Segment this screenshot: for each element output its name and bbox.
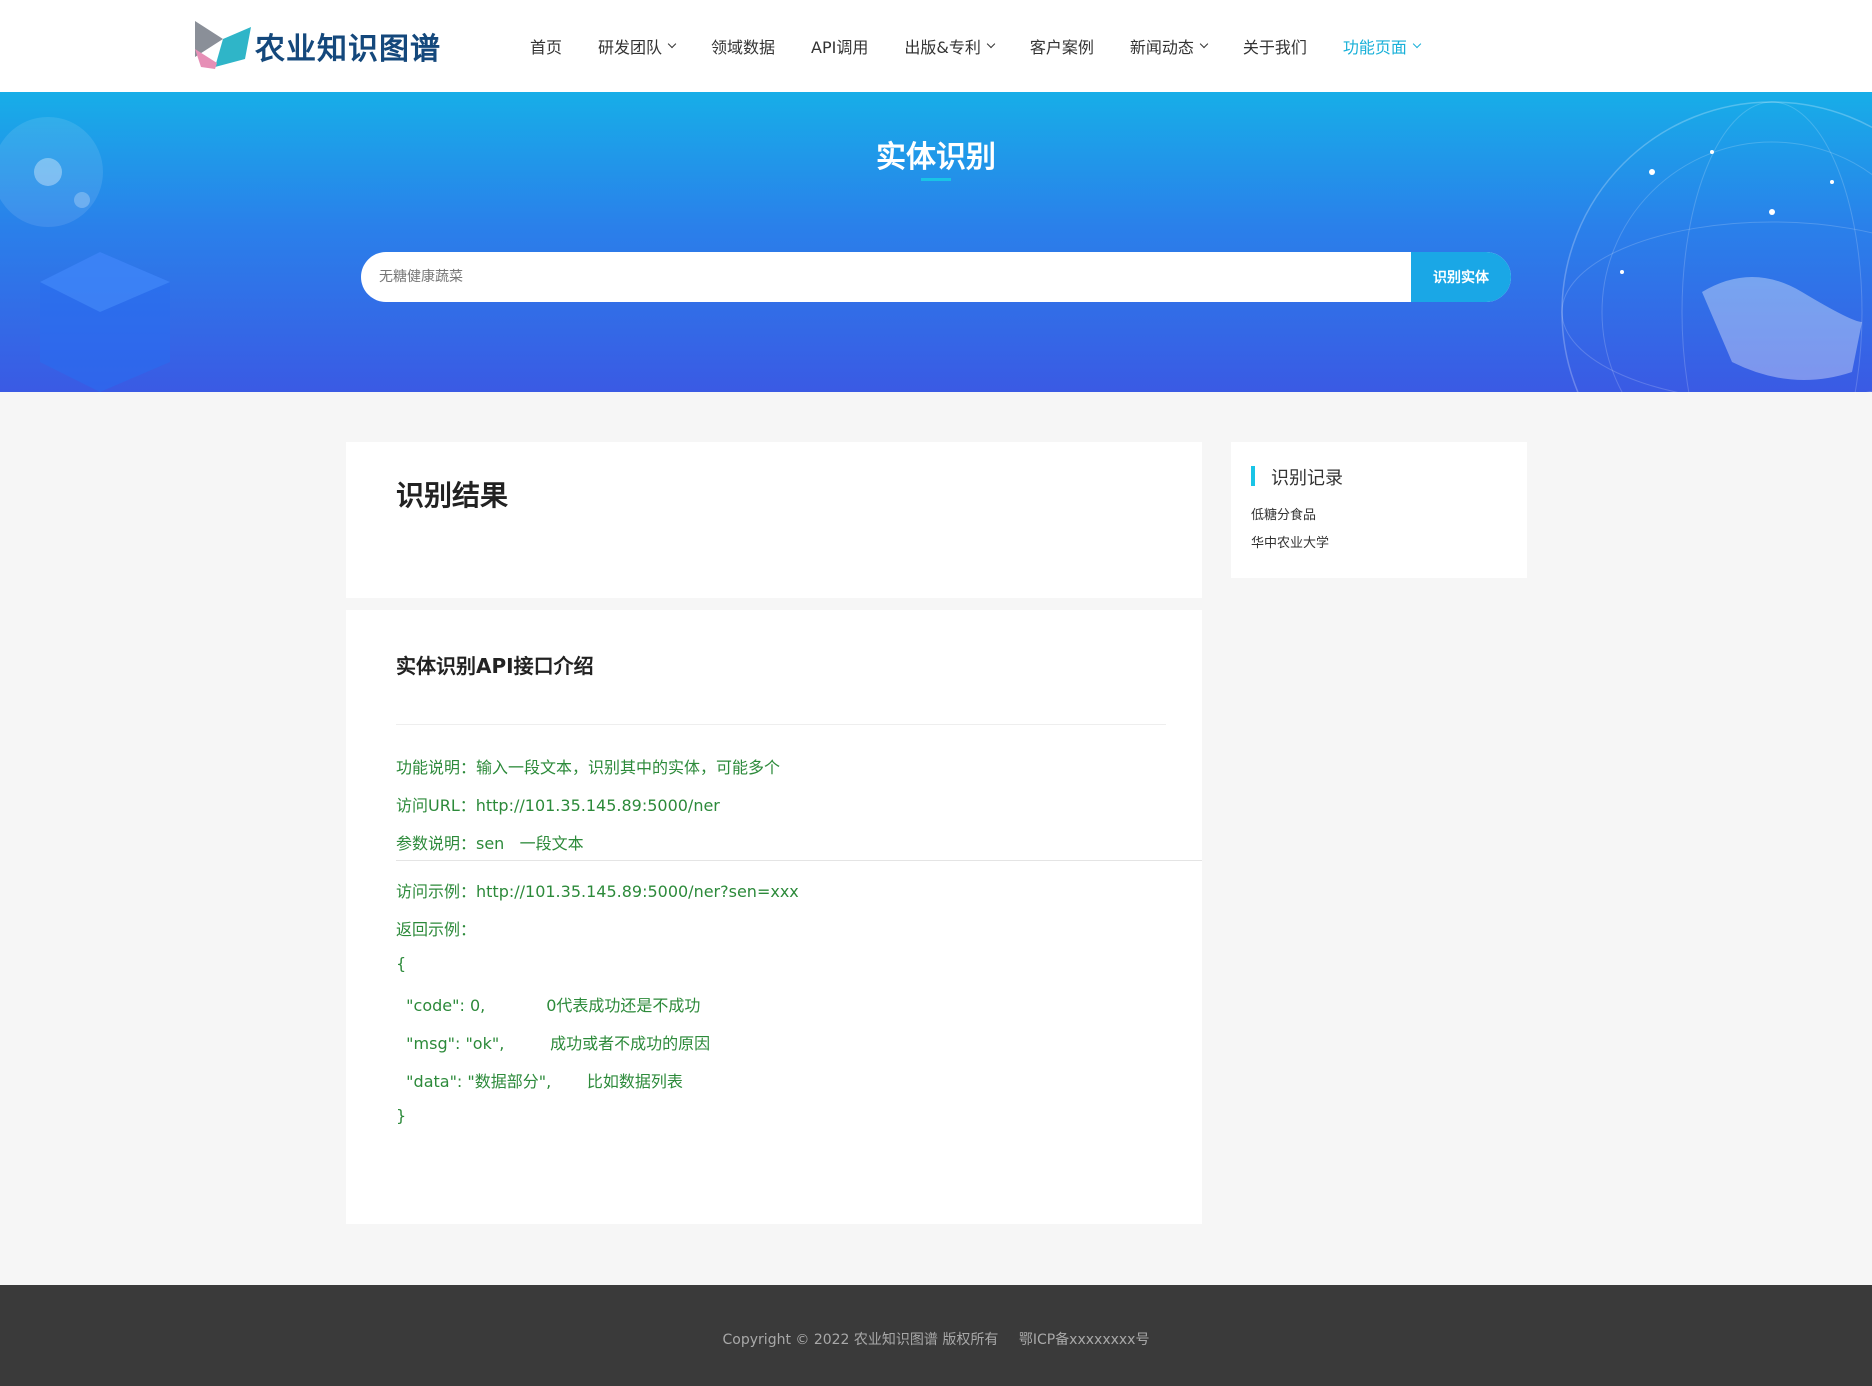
- divider: [396, 724, 1166, 725]
- chevron-down-icon: [986, 39, 996, 49]
- nav-item-label: 功能页面: [1342, 38, 1407, 57]
- nav-item-label: 出版&专利: [904, 38, 981, 57]
- chevron-down-icon: [1412, 39, 1422, 49]
- nav-item[interactable]: 领域数据: [711, 34, 775, 58]
- site-logo[interactable]: 农业知识图谱: [195, 20, 441, 72]
- nav-item-label: 客户案例: [1029, 38, 1094, 57]
- accent-bar: [1251, 466, 1255, 486]
- nav-item[interactable]: 出版&专利: [904, 34, 996, 58]
- recognition-history-panel: 识别记录 低糖分食品华中农业大学: [1231, 442, 1527, 578]
- recognize-entity-button[interactable]: 识别实体: [1411, 252, 1511, 302]
- site-header: 农业知识图谱 首页 研发团队 领域数据 API调用 出版&专利 客户案例 新闻动态 关于我们 功…: [0, 0, 1872, 92]
- search-input[interactable]: [361, 252, 1411, 302]
- api-doc-line: "code": 0, 0代表成功还是不成功: [396, 996, 701, 1015]
- page-title: 实体识别: [876, 140, 996, 175]
- footer-text: Copyright © 2022 农业知识图谱 版权所有 鄂ICP备xxxxxx…: [0, 1329, 1872, 1349]
- nav-item[interactable]: 功能页面: [1342, 34, 1422, 58]
- api-doc-line: 访问示例：http://101.35.145.89:5000/ner?sen=x…: [396, 882, 799, 901]
- nav-item[interactable]: 客户案例: [1030, 34, 1094, 58]
- api-doc-line: }: [396, 1106, 407, 1125]
- nav-item-label: API调用: [811, 38, 869, 57]
- icp-link[interactable]: 鄂ICP备xxxxxxxx号: [1019, 1332, 1150, 1348]
- history-item[interactable]: 低糖分食品: [1251, 504, 1316, 523]
- api-doc-line: 返回示例：: [396, 920, 477, 939]
- site-footer: Copyright © 2022 农业知识图谱 版权所有 鄂ICP备xxxxxx…: [0, 1285, 1872, 1386]
- nav-item-label: 新闻动态: [1129, 38, 1194, 57]
- api-doc-line: 访问URL：http://101.35.145.89:5000/ner: [396, 796, 720, 815]
- nav-item[interactable]: API调用: [811, 34, 868, 58]
- result-panel: 识别结果: [346, 442, 1202, 598]
- hero-banner: 实体识别 识别实体: [0, 92, 1872, 392]
- api-doc-line: "msg": "ok", 成功或者不成功的原因: [396, 1034, 711, 1053]
- history-item[interactable]: 华中农业大学: [1251, 532, 1329, 551]
- api-doc-line: "data": "数据部分", 比如数据列表: [396, 1072, 683, 1091]
- nav-item[interactable]: 研发团队: [598, 34, 677, 58]
- api-intro-panel: 实体识别API接口介绍 功能说明：输入一段文本，识别其中的实体，可能多个 访问UR…: [346, 610, 1202, 1224]
- nav-item-label: 关于我们: [1242, 38, 1307, 57]
- logo-icon: [195, 21, 251, 69]
- chevron-down-icon: [667, 39, 677, 49]
- search-bar: 识别实体: [361, 252, 1511, 302]
- nav-item-label: 研发团队: [598, 38, 663, 57]
- nav-item[interactable]: 关于我们: [1243, 34, 1307, 58]
- logo-text: 农业知识图谱: [255, 32, 441, 67]
- nav-item[interactable]: 新闻动态: [1129, 34, 1209, 58]
- copyright-text: Copyright © 2022 农业知识图谱 版权所有: [722, 1332, 999, 1348]
- nav-item[interactable]: 首页: [530, 34, 562, 58]
- result-title: 识别结果: [396, 479, 509, 512]
- title-underline: [921, 178, 951, 181]
- history-title: 识别记录: [1271, 468, 1343, 489]
- chevron-down-icon: [1199, 39, 1209, 49]
- divider: [396, 860, 1202, 861]
- api-intro-title: 实体识别API接口介绍: [396, 654, 594, 678]
- nav-item-label: 领域数据: [711, 38, 776, 57]
- api-doc-line: {: [396, 954, 407, 973]
- api-doc-line: 功能说明：输入一段文本，识别其中的实体，可能多个: [396, 758, 781, 777]
- nav-item-label: 首页: [530, 38, 563, 57]
- api-doc-line: 参数说明：sen 一段文本: [396, 834, 584, 853]
- main-nav: 首页 研发团队 领域数据 API调用 出版&专利 客户案例 新闻动态 关于我们 功能页面: [530, 0, 1456, 92]
